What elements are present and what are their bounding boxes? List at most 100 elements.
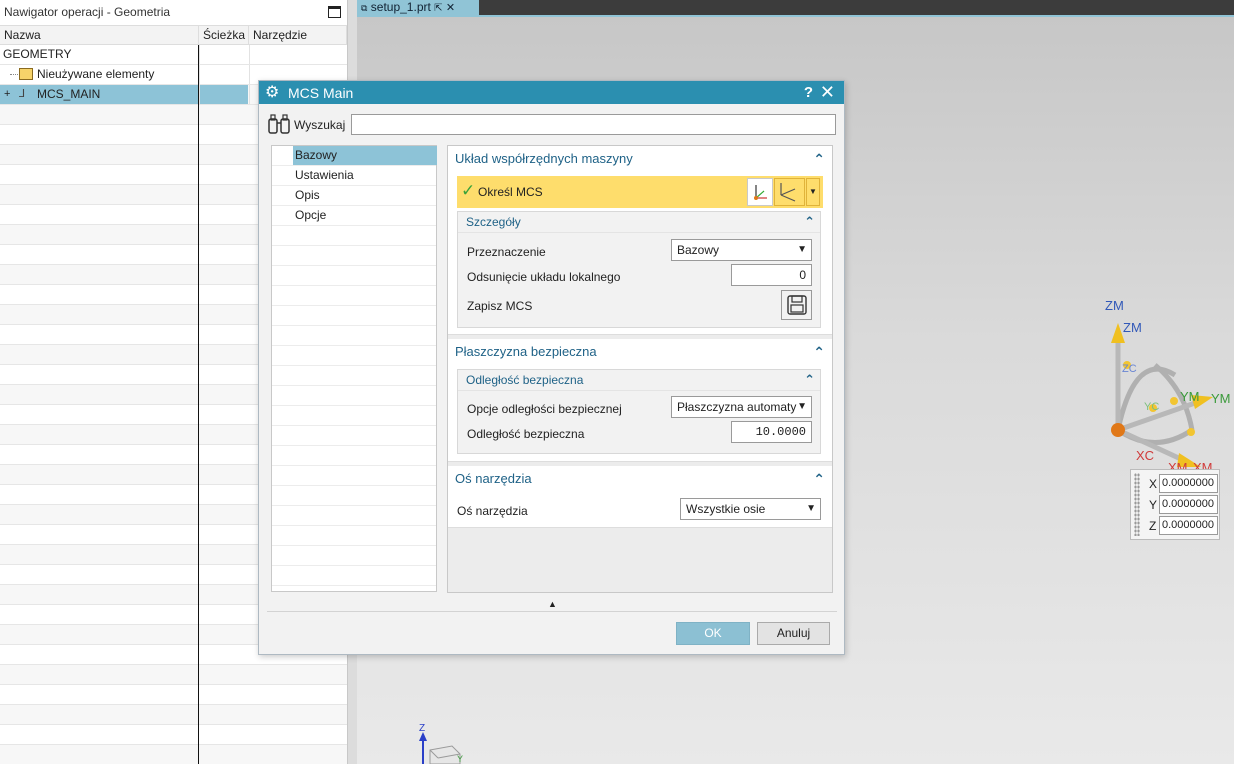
tree-item-empty: [272, 326, 436, 346]
group-header[interactable]: Układ współrzędnych maszyny ⌃: [448, 146, 832, 172]
document-tabbar: ⧉ setup_1.prt ⇱ ✕: [357, 0, 1234, 15]
purpose-dropdown[interactable]: Bazowy ▼: [671, 239, 812, 261]
column-header-tool[interactable]: Narzędzie: [249, 26, 347, 45]
tree-label: Nieużywane elementy: [37, 67, 155, 81]
group-header[interactable]: Oś narzędzia ⌃: [448, 466, 832, 492]
help-icon[interactable]: ?: [804, 84, 813, 101]
group-tool-axis: Oś narzędzia ⌃ Oś narzędzia Wszystkie os…: [448, 466, 832, 528]
axis-label-zc: ZC: [1122, 363, 1137, 375]
folder-icon: [19, 68, 33, 80]
close-icon[interactable]: ✕: [820, 82, 835, 103]
tree-item-empty: [272, 526, 436, 546]
axis-label-z: Z: [419, 723, 426, 734]
expand-icon[interactable]: +: [4, 85, 10, 104]
ok-button[interactable]: OK: [676, 622, 750, 645]
collapse-chevron-icon[interactable]: ⌃: [804, 212, 815, 232]
subgroup-header[interactable]: Szczegóły ⌃: [458, 212, 820, 233]
drag-grip-icon[interactable]: [1134, 473, 1140, 536]
subgroup-clearance: Odległość bezpieczna ⌃ Opcje odległości …: [457, 369, 821, 454]
tab-popout-icon[interactable]: ⇱: [434, 3, 442, 14]
axis-label-yc: YC: [1144, 401, 1160, 413]
tree-item-empty: [272, 246, 436, 266]
group-title: Oś narzędzia: [455, 471, 532, 486]
dialog-title: MCS Main: [288, 85, 354, 101]
navigator-column-header: Nazwa Ścieżka Narzędzie: [0, 25, 347, 45]
search-label: Wyszukaj: [294, 118, 346, 132]
local-offset-label: Odsunięcie układu lokalnego: [467, 270, 621, 284]
column-header-name[interactable]: Nazwa: [0, 26, 199, 45]
tree-item-empty: [272, 486, 436, 506]
dropdown-arrow-icon: ▼: [809, 187, 817, 196]
clearance-options-label: Opcje odległości bezpiecznej: [467, 402, 622, 416]
coordinate-input-box: X 0.0000000 Y 0.0000000 Z 0.0000000: [1130, 469, 1220, 540]
save-mcs-button[interactable]: [781, 290, 812, 320]
collapse-arrow-icon[interactable]: ▲: [548, 599, 557, 609]
subgroup-header[interactable]: Odległość bezpieczna ⌃: [458, 370, 820, 391]
tree-item-opcje[interactable]: Opcje: [272, 206, 436, 226]
coord-x-input[interactable]: 0.0000000: [1159, 474, 1218, 493]
group-clearance-plane: Płaszczyzna bezpieczna ⌃ Odległość bezpi…: [448, 339, 832, 462]
tree-row-geometry[interactable]: GEOMETRY: [0, 45, 347, 65]
tree-row-empty: [0, 745, 347, 764]
collapse-chevron-icon[interactable]: ⌃: [804, 370, 815, 390]
triad-handle[interactable]: [1170, 397, 1178, 405]
mcs-triad[interactable]: [1095, 295, 1234, 475]
tree-row-empty: [0, 705, 347, 725]
column-header-path[interactable]: Ścieżka: [199, 26, 249, 45]
tree-item-ustawienia[interactable]: Ustawienia: [272, 166, 436, 186]
tree-item-empty: [272, 506, 436, 526]
inferred-csys-button[interactable]: [774, 178, 805, 206]
csys-icon: ⅃: [19, 88, 26, 100]
triad-handle[interactable]: [1187, 428, 1195, 436]
coord-z-input[interactable]: 0.0000000: [1159, 516, 1218, 535]
tree-item-empty: [272, 306, 436, 326]
check-icon: ✓: [461, 181, 476, 200]
tree-row-empty: [0, 725, 347, 745]
subgroup-title: Szczegóły: [466, 215, 521, 229]
triad-origin[interactable]: [1111, 423, 1125, 437]
csys-dialog-button[interactable]: [747, 178, 773, 206]
maximize-icon[interactable]: [328, 6, 341, 18]
dropdown-value: Płaszczyzna automaty: [677, 400, 797, 414]
cancel-button[interactable]: Anuluj: [757, 622, 830, 645]
group-title: Układ współrzędnych maszyny: [455, 151, 633, 166]
dialog-titlebar[interactable]: ⚙ MCS Main ? ✕: [259, 81, 844, 104]
document-tab[interactable]: ⧉ setup_1.prt ⇱ ✕: [357, 0, 479, 15]
tab-close-icon[interactable]: ✕: [446, 2, 455, 14]
csys-type-dropdown[interactable]: ▼: [806, 178, 820, 206]
tabbar-underline: [357, 15, 1234, 17]
specify-mcs-label: Określ MCS: [478, 185, 543, 199]
tree-row-empty: [0, 665, 347, 685]
coord-y-input[interactable]: 0.0000000: [1159, 495, 1218, 514]
collapse-chevron-icon[interactable]: ⌃: [813, 146, 825, 172]
group-title: Płaszczyzna bezpieczna: [455, 344, 597, 359]
tool-axis-label: Oś narzędzia: [457, 504, 528, 518]
search-input[interactable]: [351, 114, 836, 135]
tree-item-bazowy[interactable]: Bazowy: [272, 146, 437, 166]
tree-item-opis[interactable]: Opis: [272, 186, 436, 206]
tree-item-empty: [272, 546, 436, 566]
axis-label-zm: ZM: [1105, 298, 1124, 313]
tool-axis-dropdown[interactable]: Wszystkie osie ▼: [680, 498, 821, 520]
tree-item-label: Opis: [295, 188, 320, 202]
dialog-page-tree: Bazowy Ustawienia Opis Opcje: [271, 145, 437, 592]
group-header[interactable]: Płaszczyzna bezpieczna ⌃: [448, 339, 832, 365]
clearance-distance-input[interactable]: 10.0000: [731, 421, 812, 443]
tree-item-label: Opcje: [295, 208, 327, 222]
tree-item-empty: [272, 466, 436, 486]
clearance-distance-label: Odległość bezpieczna: [467, 427, 585, 441]
tab-label: setup_1.prt: [370, 0, 431, 14]
subgroup-details: Szczegóły ⌃ Przeznaczenie Bazowy ▼ Odsun…: [457, 211, 821, 328]
mcs-main-dialog: ⚙ MCS Main ? ✕ Wyszukaj Bazowy Ustawieni…: [258, 80, 845, 655]
collapse-chevron-icon[interactable]: ⌃: [813, 339, 825, 365]
tree-label: MCS_MAIN: [37, 87, 101, 101]
csys-dialog-icon: [754, 185, 767, 200]
local-offset-input[interactable]: 0: [731, 264, 812, 286]
specify-mcs-row[interactable]: ✓ Określ MCS ▼: [457, 176, 823, 208]
clearance-options-dropdown[interactable]: Płaszczyzna automaty ▼: [671, 396, 812, 418]
part-file-icon: ⧉: [361, 3, 368, 13]
tree-item-empty: [272, 346, 436, 366]
collapse-chevron-icon[interactable]: ⌃: [813, 466, 825, 492]
tree-item-empty: [272, 426, 436, 446]
axis-label-ym: YM: [1211, 391, 1231, 406]
